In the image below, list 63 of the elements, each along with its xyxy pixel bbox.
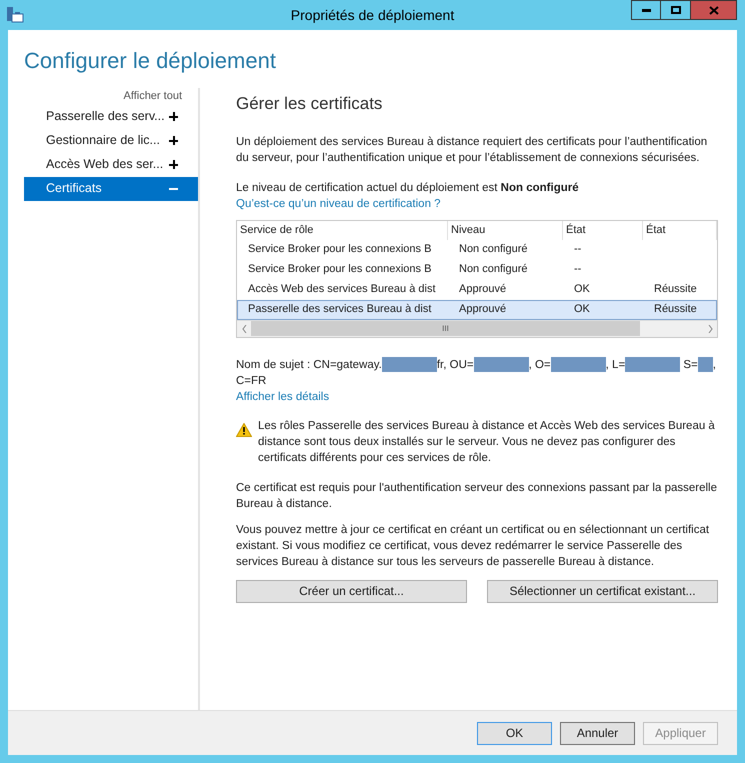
table-cell: Service Broker pour les connexions B [248,263,432,276]
server-app-icon [6,6,24,24]
certification-level-text: Le niveau de certification actuel du déploiement est Non configuré [236,180,580,196]
expand-icon [169,136,178,145]
redaction-block [625,357,680,372]
redaction-block [474,357,529,372]
table-cell: Réussite [654,303,697,316]
certification-level-link[interactable]: Qu’est-ce qu’un niveau de certification ? [236,198,441,210]
intro-text: Un déploiement des services Bureau à distance requiert des certificats pour l’authentification du serveur, pour l’authentification unique et pour l’établissement de connexions sécurisées. [236,134,708,166]
column-header[interactable]: État [563,220,643,240]
table-cell: Approuvé [459,283,506,296]
table-row[interactable]: Accès Web des services Bureau à dist Approuvé OK Réussite [237,280,717,300]
close-button[interactable] [691,0,737,20]
window-title: Propriétés de déploiement [290,6,454,25]
table-cell: Accès Web des services Bureau à dist [248,283,436,296]
table-cell: Approuvé [459,303,506,316]
sidebar-item[interactable]: Certificats [24,176,198,200]
redaction-block [382,357,437,372]
minimize-button[interactable] [631,0,661,20]
section-title: Gérer les certificats [236,93,384,115]
sidebar-item[interactable]: Accès Web des ser... [24,152,198,176]
info-text: Vous pouvez mettre à jour ce certificat en créant un certificat ou en sélectionnant un certificat existant. Si vous modifiez ce certificat, vous devez redémarrer le service Passerelle des services Bureau à distance sur tous les serveurs de passerelle Bureau à distance. [236,522,710,570]
subject-name-text: fr, OU= [436,358,474,372]
scroll-grip: III [442,322,449,334]
dialog-button[interactable]: OK [477,722,552,744]
sidebar-item[interactable]: Passerelle des serv... [24,104,198,128]
column-header[interactable]: Niveau [448,220,563,240]
table-cell: Passerelle des services Bureau à dist [248,303,432,316]
table-cell: Non configuré [459,243,528,256]
table-cell: OK [574,283,590,296]
table-row[interactable]: Service Broker pour les connexions B Non configuré -- [237,240,717,260]
dialog-button[interactable]: Annuler [560,722,635,744]
info-text: Ce certificat est requis pour l'authentification serveur des connexions passant par la passerelle Bureau à distance. [236,480,718,512]
redaction-block [698,357,713,372]
expand-icon [169,112,178,121]
table-cell: -- [574,263,582,276]
table-cell: Réussite [654,283,697,296]
column-header[interactable]: État [643,220,717,240]
subject-name-text: C=FR [236,374,266,388]
action-button[interactable]: Sélectionner un certificat existant... [487,580,718,602]
table-cell: OK [574,303,590,316]
subject-name-text: , L= [606,358,626,372]
action-button[interactable]: Créer un certificat... [236,580,467,602]
table-row[interactable]: Service Broker pour les connexions B Non configuré -- [237,260,717,280]
column-header[interactable]: Service de rôle [237,220,448,240]
horizontal-scrollbar[interactable]: III [237,320,717,336]
warning-icon [236,422,252,436]
table-cell: -- [574,243,582,256]
details-link[interactable]: Afficher les détails [236,390,330,402]
sidebar-item[interactable]: Gestionnaire de lic... [24,128,198,152]
table-cell: Non configuré [459,263,528,276]
expand-icon [169,160,178,169]
close-icon [708,6,718,14]
show-all-link[interactable]: Afficher tout [124,88,182,104]
subject-name-text: Nom de sujet : CN=gateway. [236,358,382,372]
warning-text: Les rôles Passerelle des services Bureau à distance et Accès Web des services Bureau à distance sont tous deux installés sur le serveur. Vous ne devez pas configurer des certificats différents pour ces services de rôle. [258,418,716,466]
table-cell: Service Broker pour les connexions B [248,243,432,256]
subject-name-text: , O= [528,358,551,372]
subject-name-text: S= [682,358,698,372]
table-row[interactable]: Passerelle des services Bureau à dist Approuvé OK Réussite [237,300,717,320]
redaction-block [550,357,606,372]
subject-name-text: , [712,358,716,372]
page-heading: Configurer le déploiement [23,47,277,75]
